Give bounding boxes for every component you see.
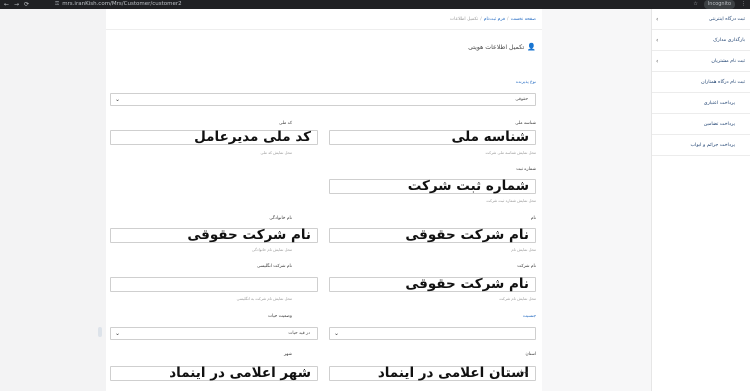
- sidebar-item-label: پرداخت تضامین: [703, 122, 735, 127]
- city-label: شهر: [284, 352, 292, 357]
- sidebar-item-credit-payment[interactable]: پرداخت اعتباری: [652, 97, 750, 114]
- sidebar-item-label: ثبت نام درگاه همتاران: [701, 80, 745, 85]
- sidebar-item-label: بارگذاری مدارک: [713, 38, 745, 43]
- browser-right-controls: ☆ Incognito ⋮: [693, 0, 746, 9]
- breadcrumb: صفحه نخست/فرم ثبت‌نام/تکمیل اطلاعات: [450, 17, 536, 22]
- chevron-left-icon: ‹: [656, 16, 659, 23]
- chevron-down-icon: ⌄: [115, 330, 121, 337]
- life-status-label: وضعیت حیات: [268, 314, 292, 319]
- breadcrumb-form[interactable]: فرم ثبت‌نام: [484, 17, 505, 22]
- reg-number-hint: محل نمایش شماره ثبت شرکت: [486, 198, 536, 203]
- ceo-code-label: کد ملی: [279, 121, 292, 126]
- customer-type-select[interactable]: حقوقی ⌄: [110, 93, 536, 106]
- chevron-left-icon: ‹: [656, 37, 659, 44]
- lock-icon: ⚿: [55, 1, 60, 7]
- national-id-label: شناسه ملی: [515, 121, 536, 126]
- name-input[interactable]: نام شرکت حقوقی: [329, 227, 536, 243]
- province-label: استان: [525, 352, 536, 357]
- company-name-label: نام شرکت: [517, 264, 536, 269]
- sidebar-item-customer-signup[interactable]: ‹ ثبت نام مشتریان: [652, 55, 750, 72]
- customer-type-value: حقوقی: [515, 97, 528, 102]
- sidebar-item-internet-gateway[interactable]: ‹ ثبت درگاه اینترنتی: [652, 13, 750, 30]
- gender-label: جنسیت: [522, 314, 536, 319]
- name-hint: محل نمایش نام: [511, 247, 536, 252]
- main-content: صفحه نخست/فرم ثبت‌نام/تکمیل اطلاعات 👤تکم…: [106, 9, 542, 391]
- scroll-indicator[interactable]: [98, 327, 102, 337]
- address-bar[interactable]: ⚿ mrs.iranKish.com/Mrs/Customer/customer2: [55, 0, 182, 9]
- english-name-hint: محل نمایش نام شرکت به انگلیسی: [236, 296, 292, 301]
- province-select-value: تهران: [518, 370, 528, 375]
- ceo-code-hint: محل نمایش کد ملی: [260, 150, 292, 155]
- chevron-left-icon: ‹: [656, 58, 659, 65]
- family-label: نام خانوادگی: [269, 216, 292, 221]
- reload-icon[interactable]: ⟳: [24, 0, 29, 9]
- breadcrumb-separator: /: [480, 17, 482, 22]
- family-hint: محل نمایش نام خانوادگی: [251, 247, 292, 252]
- breadcrumb-current: تکمیل اطلاعات: [449, 17, 479, 22]
- sidebar-item-fines-payment[interactable]: پرداخت جرائم و ابواب: [652, 139, 750, 156]
- family-input[interactable]: نام شرکت حقوقی: [110, 227, 318, 243]
- reg-number-input[interactable]: شماره ثبت شرکت: [329, 178, 536, 194]
- url-text: mrs.iranKish.com/Mrs/Customer/customer2: [62, 1, 182, 7]
- page: صفحه نخست/فرم ثبت‌نام/تکمیل اطلاعات 👤تکم…: [0, 9, 750, 391]
- city-value: شهر اعلامی در اینماد: [169, 365, 311, 381]
- divider: [106, 29, 542, 30]
- sidebar-item-peer-gateway[interactable]: ثبت نام درگاه همتاران: [652, 76, 750, 93]
- province-select[interactable]: استان اعلامی در اینماد تهران: [329, 365, 536, 381]
- reg-number-label: شماره ثبت: [516, 167, 536, 172]
- company-name-value: نام شرکت حقوقی: [405, 276, 529, 292]
- city-select[interactable]: شهر اعلامی در اینماد: [110, 365, 318, 381]
- province-value: استان اعلامی در اینماد: [377, 365, 529, 381]
- english-name-input[interactable]: [110, 277, 318, 292]
- forward-icon[interactable]: →: [14, 0, 19, 9]
- national-id-value: شناسه ملی: [451, 129, 529, 145]
- breadcrumb-separator: /: [507, 17, 509, 22]
- section-title-text: تکمیل اطلاعات هویتی: [468, 44, 525, 51]
- life-status-value: در قید حیات: [288, 331, 310, 336]
- company-name-hint: محل نمایش نام شرکت: [499, 296, 536, 301]
- back-icon[interactable]: ←: [4, 0, 9, 9]
- sidebar-item-upload-docs[interactable]: ‹ بارگذاری مدارک: [652, 34, 750, 51]
- sidebar-item-label: پرداخت اعتباری: [703, 101, 735, 106]
- chevron-down-icon: ⌄: [115, 96, 121, 103]
- name-value: نام شرکت حقوقی: [405, 227, 529, 243]
- gender-select[interactable]: ⌄: [329, 327, 536, 340]
- national-id-input[interactable]: شناسه ملی: [329, 129, 536, 145]
- section-title: 👤تکمیل اطلاعات هویتی: [468, 43, 536, 51]
- national-id-hint: محل نمایش شناسه ملی شرکت: [485, 150, 536, 155]
- sidebar-item-label: ثبت درگاه اینترنتی: [708, 17, 745, 22]
- company-name-input[interactable]: نام شرکت حقوقی: [329, 276, 536, 292]
- sidebar-item-label: ثبت نام مشتریان: [711, 59, 745, 64]
- gutter: [542, 9, 651, 391]
- menu-icon[interactable]: ⋮: [741, 0, 746, 9]
- ceo-code-input[interactable]: کد ملی مدیرعامل: [110, 129, 318, 145]
- sidebar-item-label: پرداخت جرائم و ابواب: [690, 143, 735, 148]
- browser-chrome: ← → ⟳ ⚿ mrs.iranKish.com/Mrs/Customer/cus…: [0, 0, 750, 9]
- family-value: نام شرکت حقوقی: [187, 227, 311, 243]
- reg-number-value: شماره ثبت شرکت: [407, 178, 529, 194]
- incognito-badge[interactable]: Incognito: [703, 0, 735, 9]
- browser-nav: ← → ⟳: [4, 0, 29, 9]
- sidebar-item-guarantee-payment[interactable]: پرداخت تضامین: [652, 118, 750, 135]
- chevron-down-icon: ⌄: [334, 330, 340, 337]
- ceo-code-value: کد ملی مدیرعامل: [194, 129, 311, 145]
- life-status-select[interactable]: در قید حیات ⌄: [110, 327, 318, 340]
- customer-type-label: نوع پذیرنده: [515, 80, 536, 85]
- name-label: نام: [530, 216, 536, 221]
- user-icon: 👤: [527, 43, 536, 51]
- breadcrumb-home[interactable]: صفحه نخست: [511, 17, 536, 22]
- english-name-label: نام شرکت انگلیسی: [256, 264, 292, 269]
- sidebar: ‹ ثبت درگاه اینترنتی ‹ بارگذاری مدارک ‹ …: [651, 9, 750, 391]
- star-icon[interactable]: ☆: [693, 0, 697, 9]
